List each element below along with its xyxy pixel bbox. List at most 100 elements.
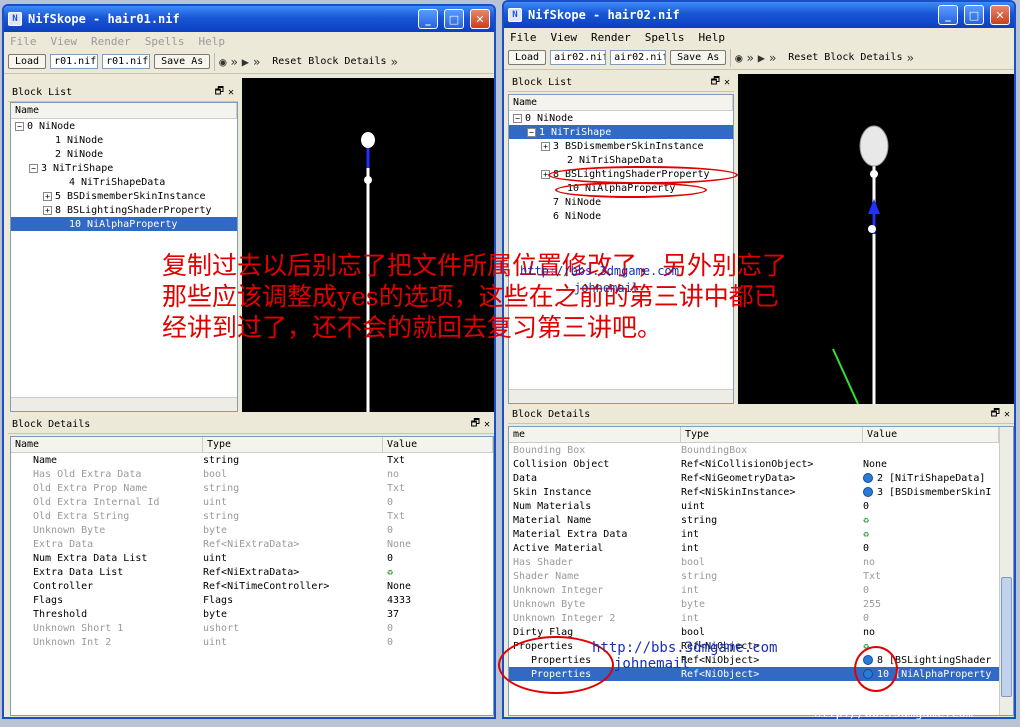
- detail-row[interactable]: Has Shader bool no: [509, 555, 1013, 569]
- overflow-icon[interactable]: »: [746, 51, 753, 65]
- play-icon[interactable]: ▶: [242, 55, 249, 69]
- close-panel-icon[interactable]: ✕: [1004, 409, 1010, 420]
- play-icon[interactable]: ▶: [758, 51, 765, 65]
- detail-value[interactable]: no: [863, 625, 875, 639]
- col-name[interactable]: me: [509, 427, 681, 442]
- col-value[interactable]: Value: [383, 437, 493, 452]
- maximize-icon[interactable]: □: [444, 9, 464, 29]
- tree-node[interactable]: 6 NiNode: [509, 209, 733, 223]
- detail-row[interactable]: Unknown Int 2 uint 0: [11, 635, 493, 649]
- detail-row[interactable]: Old Extra Prop Name string Txt: [11, 481, 493, 495]
- menu-file[interactable]: File: [510, 31, 537, 44]
- tree-node[interactable]: 4 NiTriShapeData: [11, 175, 237, 189]
- detail-row[interactable]: Name string Txt: [11, 453, 493, 467]
- tree-node[interactable]: −0 NiNode: [11, 119, 237, 133]
- name-column[interactable]: Name: [509, 95, 733, 110]
- detail-value[interactable]: no: [863, 555, 875, 569]
- eye-icon[interactable]: ◉: [735, 51, 742, 65]
- detail-value[interactable]: 0: [387, 495, 393, 509]
- tree-node[interactable]: 1 NiNode: [11, 133, 237, 147]
- col-type[interactable]: Type: [203, 437, 383, 452]
- detail-value[interactable]: no: [387, 467, 399, 481]
- tree-node[interactable]: 10 NiAlphaProperty: [11, 217, 237, 231]
- save-path-field[interactable]: air02.nif: [610, 50, 667, 65]
- reset-block-details-button[interactable]: Reset Block Details: [788, 52, 902, 63]
- expander-icon[interactable]: +: [43, 205, 52, 215]
- detail-row[interactable]: Unknown Byte byte 0: [11, 523, 493, 537]
- detail-row[interactable]: Skin Instance Ref<NiSkinInstance> 3 [BSDis…: [509, 485, 1013, 499]
- detail-value[interactable]: 0: [387, 551, 393, 565]
- column-header[interactable]: Name: [11, 103, 237, 119]
- detail-value[interactable]: None: [387, 537, 411, 551]
- minimize-icon[interactable]: _: [938, 5, 958, 25]
- menu-file[interactable]: File: [10, 35, 37, 48]
- load-path-field[interactable]: r01.nif: [50, 54, 99, 69]
- detail-row[interactable]: Num Materials uint 0: [509, 499, 1013, 513]
- horizontal-scrollbar[interactable]: [509, 389, 733, 403]
- float-icon[interactable]: 🗗: [711, 74, 720, 91]
- tree-node[interactable]: −3 NiTriShape: [11, 161, 237, 175]
- detail-value[interactable]: ♻: [863, 527, 869, 541]
- detail-row[interactable]: Num Extra Data List uint 0: [11, 551, 493, 565]
- column-header[interactable]: Name: [509, 95, 733, 111]
- detail-row[interactable]: Material Extra Data int ♻: [509, 527, 1013, 541]
- detail-row[interactable]: Controller Ref<NiTimeController> None: [11, 579, 493, 593]
- detail-value[interactable]: 2 [NiTriShapeData]: [863, 471, 985, 485]
- close-icon[interactable]: ✕: [990, 5, 1010, 25]
- reset-block-details-button[interactable]: Reset Block Details: [272, 56, 386, 67]
- save-as-button[interactable]: Save As: [670, 50, 727, 65]
- eye-icon[interactable]: ◉: [219, 55, 226, 69]
- close-panel-icon[interactable]: ✕: [228, 87, 234, 98]
- tree-node[interactable]: −1 NiTriShape: [509, 125, 733, 139]
- detail-value[interactable]: 0: [863, 583, 869, 597]
- detail-row[interactable]: Data Ref<NiGeometryData> 2 [NiTriShapeData…: [509, 471, 1013, 485]
- detail-value[interactable]: 3 [BSDismemberSkinI: [863, 485, 991, 499]
- detail-value[interactable]: 37: [387, 607, 399, 621]
- overflow-icon-3[interactable]: »: [907, 51, 914, 65]
- detail-value[interactable]: 0: [863, 541, 869, 555]
- col-name[interactable]: Name: [11, 437, 203, 452]
- detail-row[interactable]: Extra Data Ref<NiExtraData> None: [11, 537, 493, 551]
- detail-row[interactable]: Has Old Extra Data bool no: [11, 467, 493, 481]
- save-path-field[interactable]: r01.nif: [102, 54, 151, 69]
- title-bar[interactable]: N NifSkope - hair02.nif _ □ ✕: [504, 2, 1014, 28]
- detail-row[interactable]: Dirty Flag bool no: [509, 625, 1013, 639]
- name-column[interactable]: Name: [11, 103, 237, 118]
- expander-icon[interactable]: −: [527, 127, 536, 137]
- overflow-icon[interactable]: »: [230, 55, 237, 69]
- detail-value[interactable]: 0: [863, 611, 869, 625]
- menu-view[interactable]: View: [51, 35, 78, 48]
- detail-row[interactable]: Old Extra Internal Id uint 0: [11, 495, 493, 509]
- detail-value[interactable]: 0: [387, 635, 393, 649]
- title-bar[interactable]: N NifSkope - hair01.nif _ □ ✕: [4, 6, 494, 32]
- tree-node[interactable]: +5 BSDismemberSkinInstance: [11, 189, 237, 203]
- detail-row[interactable]: Flags Flags 4333: [11, 593, 493, 607]
- float-icon[interactable]: 🗗: [215, 84, 224, 101]
- detail-value[interactable]: ♻: [387, 565, 393, 579]
- tree-node[interactable]: −0 NiNode: [509, 111, 733, 125]
- detail-value[interactable]: Txt: [863, 569, 881, 583]
- detail-row[interactable]: Unknown Integer int 0: [509, 583, 1013, 597]
- detail-value[interactable]: 4333: [387, 593, 411, 607]
- load-button[interactable]: Load: [8, 54, 47, 69]
- load-button[interactable]: Load: [508, 50, 547, 65]
- close-panel-icon[interactable]: ✕: [484, 419, 490, 430]
- load-path-field[interactable]: air02.nif: [550, 50, 607, 65]
- detail-row[interactable]: Unknown Byte byte 255: [509, 597, 1013, 611]
- vertical-scrollbar[interactable]: [999, 427, 1013, 715]
- render-viewport[interactable]: [738, 74, 1014, 404]
- tree-node[interactable]: 2 NiTriShapeData: [509, 153, 733, 167]
- expander-icon[interactable]: +: [43, 191, 52, 201]
- tree-node[interactable]: +3 BSDismemberSkinInstance: [509, 139, 733, 153]
- overflow-icon-2[interactable]: »: [769, 51, 776, 65]
- scroll-thumb[interactable]: [1001, 577, 1012, 697]
- save-as-button[interactable]: Save As: [154, 54, 211, 69]
- col-type[interactable]: Type: [681, 427, 863, 442]
- overflow-icon-2[interactable]: »: [253, 55, 260, 69]
- detail-value[interactable]: None: [387, 579, 411, 593]
- block-list[interactable]: Name −0 NiNode −1 NiTriShape +3 BSDismembe…: [508, 94, 734, 404]
- detail-row[interactable]: Active Material int 0: [509, 541, 1013, 555]
- detail-row[interactable]: Unknown Short 1 ushort 0: [11, 621, 493, 635]
- expander-icon[interactable]: +: [541, 141, 550, 151]
- detail-row[interactable]: Collision Object Ref<NiCollisionObject> No…: [509, 457, 1013, 471]
